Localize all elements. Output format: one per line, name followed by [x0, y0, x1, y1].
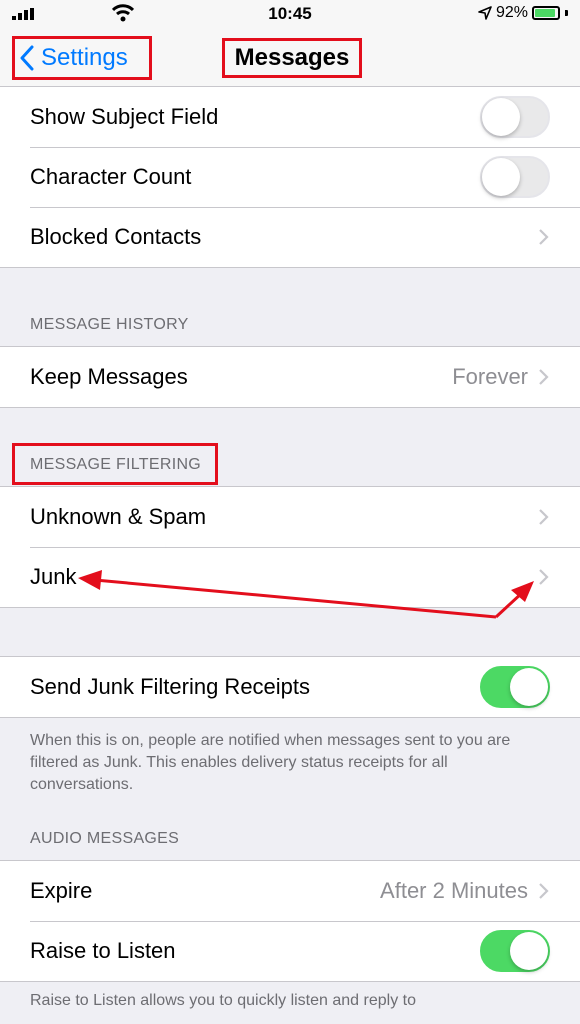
row-label: Unknown & Spam	[30, 504, 207, 529]
raise-to-listen-row: Raise to Listen	[0, 921, 580, 981]
battery-fill	[535, 9, 556, 17]
chevron-right-icon	[539, 569, 549, 585]
section-header-message-history: MESSAGE HISTORY	[30, 316, 189, 333]
blocked-contacts-row[interactable]: Blocked Contacts	[0, 207, 580, 267]
show-subject-field-row: Show Subject Field	[0, 87, 580, 147]
expire-row[interactable]: Expire After 2 Minutes	[0, 861, 580, 921]
toggle-knob	[510, 932, 548, 970]
history-group: Keep Messages Forever	[0, 346, 580, 408]
raise-to-listen-footer: Raise to Listen allows you to quickly li…	[30, 992, 416, 1009]
battery-percent: 92%	[495, 4, 528, 21]
section-header-audio-messages: AUDIO MESSAGES	[30, 830, 180, 847]
character-count-row: Character Count	[0, 147, 580, 207]
send-junk-receipts-row: Send Junk Filtering Receipts	[0, 657, 580, 717]
receipts-footer: When this is on, people are notified whe…	[30, 732, 511, 793]
raise-to-listen-toggle[interactable]	[480, 930, 550, 972]
navigation-bar: Settings Messages	[0, 28, 580, 87]
row-label: Raise to Listen	[30, 938, 176, 963]
junk-row[interactable]: Junk	[0, 547, 580, 607]
status-bar: 10:45 92%	[0, 0, 580, 28]
filtering-group: Unknown & Spam Junk	[0, 486, 580, 608]
battery-icon	[532, 6, 560, 20]
unknown-spam-row[interactable]: Unknown & Spam	[0, 487, 580, 547]
row-label: Send Junk Filtering Receipts	[30, 674, 311, 699]
row-label: Expire	[30, 878, 93, 903]
chevron-right-icon	[539, 509, 549, 525]
row-value: Forever	[452, 364, 528, 389]
keep-messages-row[interactable]: Keep Messages Forever	[0, 347, 580, 407]
row-label: Junk	[30, 564, 77, 589]
row-label: Keep Messages	[30, 364, 188, 389]
annotation-highlight-box	[12, 443, 218, 485]
toggle-knob	[510, 668, 548, 706]
row-label: Show Subject Field	[30, 104, 219, 129]
audio-group: Expire After 2 Minutes Raise to Listen	[0, 860, 580, 982]
chevron-right-icon	[539, 229, 549, 245]
settings-list: Show Subject Field Character Count Block…	[0, 87, 580, 1012]
general-group: Show Subject Field Character Count Block…	[0, 87, 580, 268]
toggle-knob	[482, 98, 520, 136]
chevron-right-icon	[539, 369, 549, 385]
row-value: After 2 Minutes	[380, 878, 528, 903]
row-label: Blocked Contacts	[30, 224, 202, 249]
page-title: Messages	[222, 38, 362, 78]
show-subject-field-toggle[interactable]	[480, 96, 550, 138]
chevron-left-icon	[20, 45, 34, 71]
chevron-right-icon	[539, 883, 549, 899]
battery-tip	[565, 10, 568, 16]
back-button-label: Settings	[41, 44, 128, 71]
status-right: 92%	[478, 4, 568, 22]
character-count-toggle[interactable]	[480, 156, 550, 198]
toggle-knob	[482, 158, 520, 196]
location-icon	[478, 6, 492, 20]
row-label: Character Count	[30, 164, 192, 189]
send-junk-receipts-toggle[interactable]	[480, 666, 550, 708]
receipts-group: Send Junk Filtering Receipts	[0, 656, 580, 718]
back-button[interactable]: Settings	[12, 36, 152, 80]
